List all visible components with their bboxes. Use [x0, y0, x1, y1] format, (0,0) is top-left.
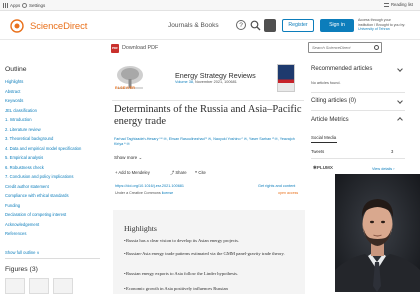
highlight-item: Russian energy exports to Asia follow th…	[126, 271, 239, 276]
highlights-title: Highlights	[124, 224, 157, 233]
elsevier-label: ELSEVIER	[115, 86, 136, 90]
outline-item[interactable]: 6. Robustness check	[5, 165, 44, 170]
divider	[311, 158, 405, 159]
add-to-mendeley-button[interactable]: + Add to Mendeley	[115, 170, 150, 175]
author-portrait-photo	[335, 174, 420, 292]
institution-name: University of Tehran	[358, 27, 390, 32]
figure-thumbnail[interactable]	[5, 278, 25, 294]
share-button[interactable]: ⤴ Share	[170, 170, 187, 176]
outline-item[interactable]: 2. Literature review	[5, 127, 41, 132]
doi-link[interactable]: https://doi.org/10.1016/j.esr.2021.10068…	[115, 184, 184, 188]
institution-access-info[interactable]: Access through your institution / Brough…	[358, 18, 418, 32]
divider	[112, 100, 304, 101]
license-link[interactable]: license	[162, 191, 173, 195]
article-metrics-header[interactable]: Article Metrics	[311, 117, 349, 123]
figure-thumbnail[interactable]	[53, 278, 73, 294]
outline-item[interactable]: 1. Introduction	[5, 117, 32, 122]
tweets-label: Tweets	[311, 149, 325, 154]
sciencedirect-logo-text[interactable]: ScienceDirect	[30, 21, 87, 32]
outline-item[interactable]: Funding	[5, 203, 20, 208]
outline-item[interactable]: Highlights	[5, 79, 23, 84]
journal-title-link[interactable]: Energy Strategy Reviews	[175, 71, 256, 80]
show-full-outline-link[interactable]: Show full outline ∨	[5, 250, 40, 255]
outline-item[interactable]: JEL classification	[5, 108, 37, 113]
article-title: Determinants of the Russia and Asia–Paci…	[114, 104, 302, 127]
bookmark-settings[interactable]: Settings	[22, 3, 45, 8]
figure-thumbnail[interactable]	[29, 278, 49, 294]
pdf-icon[interactable]: PDF	[111, 44, 119, 53]
plumx-logo: ✱PLUMX	[313, 165, 333, 170]
no-articles-message: No articles found.	[311, 81, 341, 85]
search-submit-icon[interactable]	[374, 45, 379, 50]
show-more-button[interactable]: Show more ⌄	[114, 155, 142, 161]
divider	[5, 258, 100, 259]
outline-item[interactable]: Keywords	[5, 98, 23, 103]
highlight-item: Economic growth in Asia positively influ…	[126, 286, 228, 291]
author-list[interactable]: Farhad Taghizadeh-Hesary ⁽ᵃ⁾ ✉, Ehsan Ra…	[114, 137, 304, 148]
help-button[interactable]: ?	[236, 20, 246, 30]
tab-social-media[interactable]: Social Media	[311, 135, 336, 140]
bookmark-apps[interactable]: Apps	[3, 3, 20, 8]
cite-button[interactable]: ❝ Cite	[195, 170, 206, 175]
journal-cover-image[interactable]	[277, 64, 295, 92]
outline-item[interactable]: 7. Conclusion and policy implications	[5, 174, 73, 179]
outline-title: Outline	[5, 66, 27, 73]
rights-content-link[interactable]: Get rights and content	[258, 184, 295, 188]
divider	[311, 110, 405, 111]
recommended-articles-header[interactable]: Recommended articles	[311, 66, 372, 72]
outline-item[interactable]: References	[5, 231, 26, 236]
outline-item[interactable]: Acknowledgement	[5, 222, 39, 227]
highlight-item: Russia has a clear vision to develop its…	[126, 238, 240, 243]
outline-item[interactable]: 5. Empirical analysis	[5, 155, 43, 160]
license-info: Under a Creative Commons license	[115, 191, 174, 195]
search-input[interactable]: Search ScienceDirect	[308, 42, 382, 53]
search-icon[interactable]	[250, 20, 261, 31]
sciencedirect-logo-icon[interactable]	[10, 19, 24, 33]
tweets-count: 3	[391, 149, 394, 154]
register-button[interactable]: Register	[282, 19, 314, 32]
divider	[311, 92, 405, 93]
apps-grid-icon	[3, 3, 8, 8]
outline-item[interactable]: 4. Data and empirical model specificatio…	[5, 146, 81, 151]
view-details-link[interactable]: View details ›	[372, 167, 395, 171]
gear-icon	[22, 3, 27, 8]
browser-bookmarks-bar: Apps Settings Reading list	[0, 0, 420, 11]
saved-items-icon[interactable]	[264, 19, 276, 32]
highlight-item: Russian-Asia energy trade patterns estim…	[126, 251, 285, 256]
figures-title[interactable]: Figures (3)	[5, 266, 38, 273]
list-icon	[384, 2, 389, 7]
outline-item[interactable]: Compliance with ethical standards	[5, 193, 69, 198]
outline-item[interactable]: Declaration of competing interest	[5, 212, 66, 217]
citing-articles-header[interactable]: Citing articles (0)	[311, 98, 356, 104]
outline-item[interactable]: Abstract	[5, 89, 20, 94]
outline-item[interactable]: Credit author statement	[5, 184, 49, 189]
outline-item[interactable]: 3. Theoretical background	[5, 136, 53, 141]
download-pdf-button[interactable]: Download PDF	[122, 45, 158, 51]
active-tab-indicator	[311, 142, 337, 143]
reading-list-button[interactable]: Reading list	[384, 2, 413, 7]
open-access-badge: open access	[278, 191, 299, 195]
volume-link[interactable]: Volume 38,	[175, 80, 194, 84]
sign-in-button[interactable]: Sign in	[320, 19, 354, 32]
site-header: ScienceDirect Journals & Books ? Registe…	[0, 12, 420, 40]
journals-books-link[interactable]: Journals & Books	[168, 22, 219, 29]
journal-volume: Volume 38, November 2021, 100681	[175, 80, 237, 84]
